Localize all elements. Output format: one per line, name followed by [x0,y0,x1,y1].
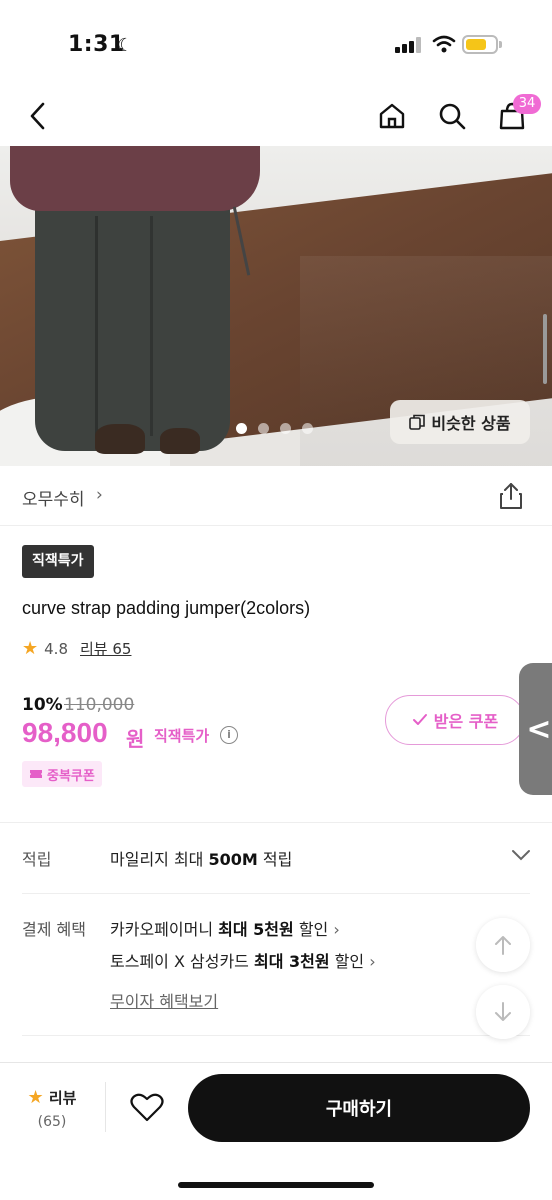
mileage-label: 적립 [22,850,52,869]
side-drawer-tab[interactable]: < [519,663,552,795]
brand-name[interactable]: 오무수히 [22,485,85,510]
product-title: curve strap padding jumper(2colors) [22,598,311,618]
price-tag: 직잭특가 [154,727,210,745]
carousel-indicator [236,423,313,434]
received-coupon-button[interactable]: 받은 쿠폰 [385,695,525,745]
currency-label: 원 [126,727,145,751]
star-icon: ★ [22,638,39,659]
coupon-button-label: 받은 쿠폰 [433,712,499,731]
brand-row: 오무수히 › [0,466,552,526]
moon-icon: ☾ [117,35,134,56]
status-bar: 1:31 ☾ [0,0,552,88]
original-price: 110,000 [64,695,135,715]
chevron-left-icon [30,102,45,130]
cellular-signal-icon [395,37,423,53]
cart-badge: 34 [513,94,541,114]
sale-price: 98,800 [22,717,108,748]
payment-benefit-label: 결제 혜택 [22,920,86,939]
installment-benefit-link[interactable]: 무이자 혜택보기 [110,988,218,1012]
carousel-dot[interactable] [236,423,247,434]
search-icon [439,103,466,130]
review-summary-button[interactable]: ★ 리뷰 (65) [22,1087,82,1130]
scrollbar[interactable] [543,314,547,384]
similar-products-button[interactable]: 비슷한 상품 [390,400,530,444]
product-photo [35,201,230,451]
arrow-down-icon [495,1002,511,1021]
chevron-right-icon: › [333,920,340,939]
chevron-down-icon[interactable] [510,848,532,862]
discount-percent: 10% [22,695,63,715]
review-link[interactable]: 리뷰 65 [80,638,131,659]
chevron-right-icon: › [369,952,376,971]
copy-icon [409,414,426,430]
carousel-dot[interactable] [258,423,269,434]
divider [105,1082,106,1132]
search-button[interactable] [432,96,472,136]
deal-tag: 직잭특가 [22,545,94,578]
duplicate-coupon-label: 중복쿠폰 [47,768,95,784]
home-button[interactable] [372,96,412,136]
star-icon: ★ [27,1087,44,1108]
buy-button[interactable]: 구매하기 [188,1074,530,1142]
home-indicator [178,1182,374,1188]
ticket-icon [30,770,42,778]
review-label: 리뷰 [48,1089,77,1107]
battery-icon [462,35,498,54]
heart-icon[interactable] [130,1093,164,1123]
arrow-up-icon [495,936,511,955]
carousel-dot[interactable] [302,423,313,434]
carousel-dot[interactable] [280,423,291,434]
kakaopay-benefit[interactable]: 카카오페이머니 최대 5천원 할인 › [110,916,340,940]
divider [0,822,552,823]
rating-summary: ★ 4.8 리뷰 65 [22,638,131,659]
divider [22,893,530,894]
wifi-icon [432,35,456,53]
scroll-down-button[interactable] [476,985,530,1039]
tosspay-benefit[interactable]: 토스페이 X 삼성카드 최대 3천원 할인 › [110,948,376,972]
divider [22,1035,530,1036]
share-icon[interactable] [498,482,524,510]
back-button[interactable] [18,96,58,136]
review-count: (65) [37,1114,67,1130]
scroll-up-button[interactable] [476,918,530,972]
home-icon [379,103,405,129]
duplicate-coupon-badge: 중복쿠폰 [22,761,102,787]
info-icon[interactable]: i [220,726,238,744]
check-icon [412,714,427,725]
similar-products-label: 비슷한 상품 [431,414,511,433]
rating-value: 4.8 [44,639,68,658]
chevron-right-icon: › [96,485,103,505]
mileage-text[interactable]: 마일리지 최대 500M 적립 [110,846,292,870]
top-nav [0,88,552,146]
